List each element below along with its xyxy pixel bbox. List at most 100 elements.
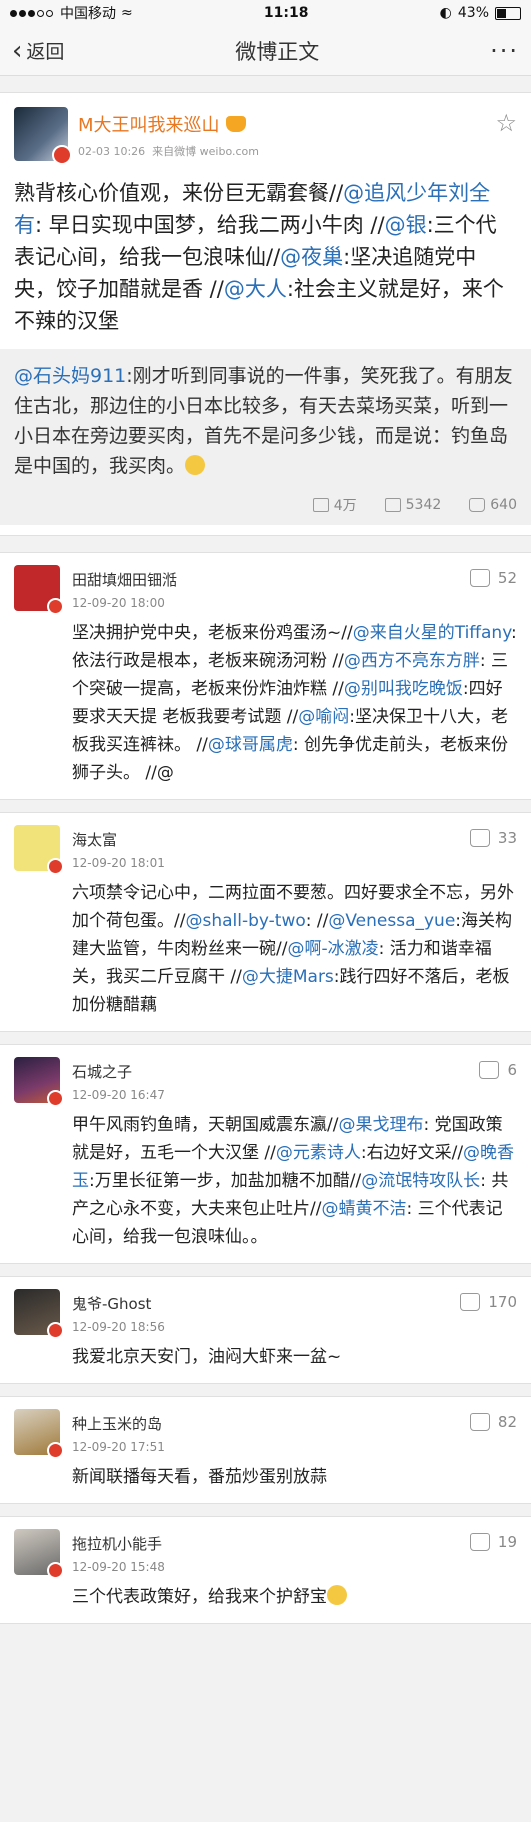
commenter-name[interactable]: 种上玉米的岛	[72, 1413, 165, 1434]
wifi-icon: ≈	[121, 5, 133, 21]
verified-badge-icon	[47, 1090, 64, 1107]
text-segment: :右边好文采//	[360, 1143, 464, 1163]
commenter-name[interactable]: 田甜填畑田钿湉	[72, 569, 177, 590]
author-name[interactable]: M大王叫我来巡山	[78, 111, 220, 137]
mention-link[interactable]: @别叫我吃晚饭	[344, 679, 463, 699]
mention-link[interactable]: @Venessa_yue	[328, 911, 455, 931]
commenter-avatar[interactable]	[14, 1529, 64, 1579]
comment-like-button[interactable]: 19	[469, 1533, 517, 1551]
like-icon	[469, 498, 486, 512]
battery-icon	[495, 6, 521, 20]
back-label: 返回	[26, 41, 65, 63]
comment-text: 甲午风雨钓鱼晴，天朝国威震东瀛//@果戈理布: 党国政策就是好，五毛一个大汉堡 …	[72, 1111, 517, 1251]
thumbs-up-icon	[469, 829, 490, 847]
comment-like-button[interactable]: 170	[460, 1293, 517, 1311]
mention-link[interactable]: @夜巢	[280, 245, 343, 269]
weibo-post: M大王叫我来巡山 02-03 10:26 来自微博 weibo.com ☆ 熟背…	[0, 92, 531, 536]
like-count: 640	[490, 497, 517, 513]
like-count-button[interactable]: 640	[469, 495, 517, 515]
mention-link[interactable]: @银	[385, 213, 427, 237]
mention-link[interactable]: @蜻黄不洁	[321, 1199, 406, 1219]
comment-like-button[interactable]: 6	[479, 1061, 517, 1079]
commenter-avatar[interactable]	[14, 825, 64, 875]
commenter-avatar[interactable]	[14, 1057, 64, 1107]
back-button[interactable]: ‹ 返回	[12, 36, 64, 66]
comment-count-button[interactable]: 5342	[384, 495, 442, 515]
verified-badge-icon	[47, 1562, 64, 1579]
comment-time: 12-09-20 18:01	[72, 856, 165, 870]
thumbs-up-icon	[469, 1533, 490, 1551]
comment-like-count: 170	[488, 1293, 517, 1311]
comment-item[interactable]: 海太富 12-09-20 18:01 33 六项禁令记心中，二两拉面不要葱。四好要求全…	[0, 812, 531, 1032]
comment-item[interactable]: 拖拉机小能手 12-09-20 15:48 19 三个代表政策好，给我来个护舒宝	[0, 1516, 531, 1624]
comment-list: 田甜填畑田钿湉 12-09-20 18:00 52 坚决拥护党中央，老板来份鸡蛋汤~/…	[0, 552, 531, 1624]
battery-percent: 43%	[457, 5, 489, 21]
comment-time: 12-09-20 18:56	[72, 1320, 165, 1334]
comment-item[interactable]: 石城之子 12-09-20 16:47 6 甲午风雨钓鱼晴，天朝国威震东瀛//@果戈理…	[0, 1044, 531, 1264]
repost-count: 4万	[333, 498, 357, 514]
verified-badge-icon	[47, 1442, 64, 1459]
commenter-name[interactable]: 拖拉机小能手	[72, 1533, 165, 1554]
comment-like-button[interactable]: 52	[469, 569, 517, 587]
verified-badge-icon	[47, 1322, 64, 1339]
commenter-name[interactable]: 鬼爷-Ghost	[72, 1293, 165, 1314]
mention-link[interactable]: @流氓特攻队长	[361, 1171, 480, 1191]
text-segment: 甲午风雨钓鱼晴，天朝国威震东瀛//	[72, 1115, 339, 1135]
verified-badge-icon	[47, 598, 64, 615]
thumbs-up-icon	[469, 1413, 490, 1431]
comment-time: 12-09-20 18:00	[72, 596, 165, 610]
comment-text: 坚决拥护党中央，老板来份鸡蛋汤~//@来自火星的Tiffany:依法行政是根本，…	[72, 619, 517, 787]
more-button[interactable]: ···	[490, 37, 519, 65]
text-segment: :万里长征第一步，加盐加糖不加醋//	[89, 1171, 362, 1191]
mention-link[interactable]: @喻闷	[298, 707, 349, 727]
verified-badge-icon	[47, 858, 64, 875]
mention-link[interactable]: @大人	[224, 277, 287, 301]
commenter-name[interactable]: 海太富	[72, 829, 165, 850]
comment-time: 12-09-20 16:47	[72, 1088, 165, 1102]
comment-like-button[interactable]: 33	[469, 829, 517, 847]
text-segment: : //	[305, 911, 329, 931]
mention-link[interactable]: @大捷Mars	[242, 967, 334, 987]
thumbs-up-icon	[460, 1293, 481, 1311]
mention-link[interactable]: @西方不亮东方胖	[344, 651, 480, 671]
author-avatar[interactable]	[14, 107, 72, 165]
page-title: 微博正文	[235, 39, 320, 64]
signal-icon	[10, 5, 55, 21]
text-segment: //	[196, 735, 208, 755]
post-source: 来自微博 weibo.com	[152, 145, 259, 158]
comment-text: 三个代表政策好，给我来个护舒宝	[72, 1583, 517, 1611]
comment-count: 5342	[405, 497, 442, 513]
member-crown-icon	[225, 116, 246, 132]
comment-like-button[interactable]: 82	[469, 1413, 517, 1431]
commenter-avatar[interactable]	[14, 565, 64, 615]
commenter-name[interactable]: 石城之子	[72, 1061, 165, 1082]
status-bar: 中国移动 ≈ 11:18 ◐ 43%	[0, 0, 531, 26]
mention-link[interactable]: @元素诗人	[276, 1143, 361, 1163]
comment-icon	[384, 498, 401, 512]
mention-link[interactable]: @石头妈911	[14, 365, 126, 387]
comment-item[interactable]: 种上玉米的岛 12-09-20 17:51 82 新闻联播每天看，番茄炒蛋别放蒜	[0, 1396, 531, 1504]
chevron-left-icon: ‹	[12, 35, 23, 66]
comment-item[interactable]: 鬼爷-Ghost 12-09-20 18:56 170 我爱北京天安门，油闷大虾来一盆…	[0, 1276, 531, 1384]
thumbs-up-icon	[469, 569, 490, 587]
mention-link[interactable]: @shall-by-two	[185, 911, 305, 931]
comment-like-count: 33	[497, 829, 517, 847]
mention-link[interactable]: @球哥属虎	[208, 735, 293, 755]
mention-link[interactable]: @啊-冰激凌	[287, 939, 378, 959]
thumbs-up-icon	[479, 1061, 500, 1079]
repost-icon	[312, 498, 329, 512]
repost-text: @石头妈911:刚才听到同事说的一件事，笑死我了。有朋友住古北，那边住的小日本比…	[14, 361, 517, 481]
text-segment: 我爱北京天安门，油闷大虾来一盆~	[72, 1347, 342, 1367]
text-segment: : 早日实现中国梦，给我二两小牛肉 //	[35, 213, 385, 237]
comment-item[interactable]: 田甜填畑田钿湉 12-09-20 18:00 52 坚决拥护党中央，老板来份鸡蛋汤~/…	[0, 552, 531, 800]
commenter-avatar[interactable]	[14, 1409, 64, 1459]
favorite-star-icon[interactable]: ☆	[495, 109, 517, 137]
text-segment: 新闻联播每天看，番茄炒蛋别放蒜	[72, 1467, 327, 1487]
mention-link[interactable]: @来自火星的Tiffany	[353, 623, 511, 643]
repost-count-button[interactable]: 4万	[312, 495, 357, 515]
comment-text: 新闻联播每天看，番茄炒蛋别放蒜	[72, 1463, 517, 1491]
mention-link[interactable]: @果戈理布	[338, 1115, 423, 1135]
commenter-avatar[interactable]	[14, 1289, 64, 1339]
reposted-original[interactable]: @石头妈911:刚才听到同事说的一件事，笑死我了。有朋友住古北，那边住的小日本比…	[0, 349, 531, 525]
post-date: 02-03 10:26	[78, 145, 146, 158]
